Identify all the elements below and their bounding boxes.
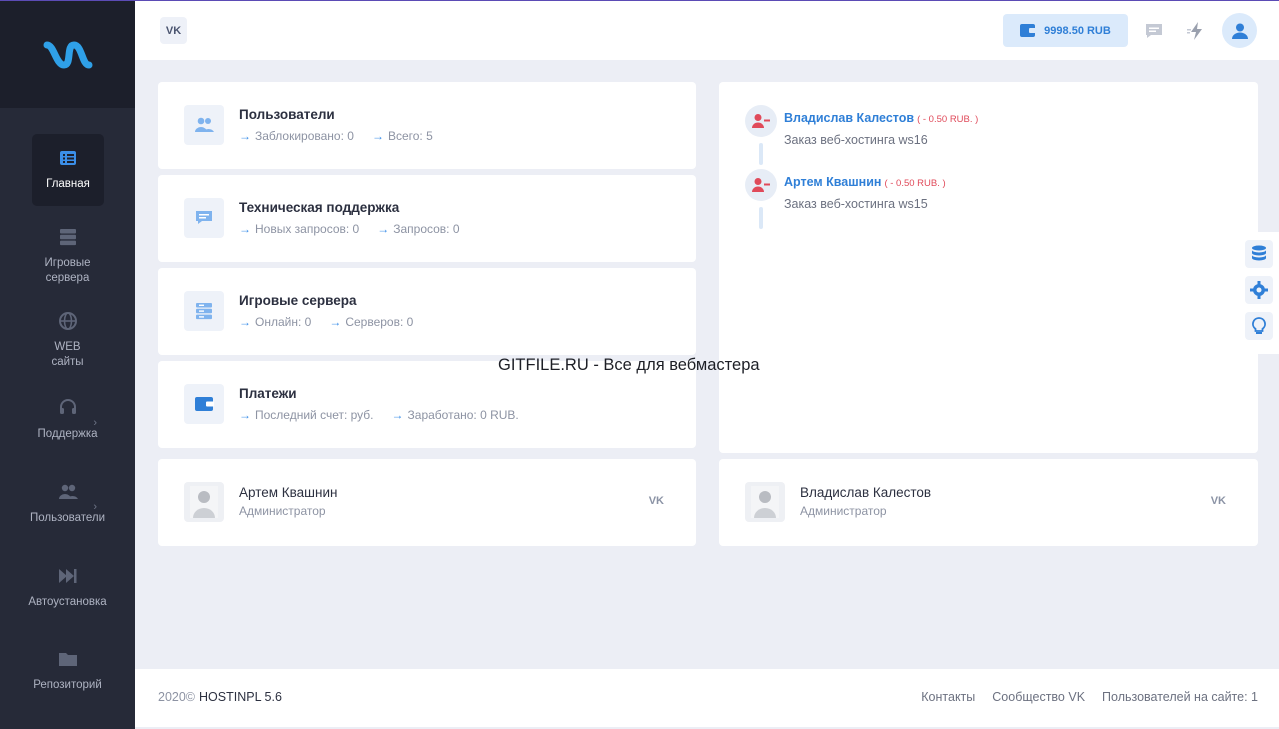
admin-role: Администратор [239,504,326,518]
activity-amount: ( - 0.50 RUB. ) [917,114,979,125]
stat-card-support[interactable]: Техническая поддержка → Новых запросов: 0… [158,175,696,262]
sidebar-item-autoinstall[interactable]: Автоустановка [0,566,135,610]
sidebar-item-users[interactable]: › Пользователи [0,482,135,526]
stat-online: → Онлайн: 0 [239,315,312,329]
stat-new-requests: → Новых запросов: 0 [239,222,360,236]
chat-icon[interactable] [1144,21,1164,41]
vk-community-link[interactable]: Сообщество VK [992,690,1085,704]
lightbulb-icon [1252,317,1266,334]
logo-icon [43,40,92,69]
user-minus-icon [745,105,777,137]
timeline-line [759,143,763,165]
stat-blocked: → Заблокировано: 0 [239,129,354,143]
globe-icon [58,312,77,330]
activity-description: Заказ веб-хостинга ws15 [784,197,928,211]
stat-card-users[interactable]: Пользователи → Заблокировано: 0 → Всего: 5 [158,82,696,169]
admin-name: Артем Квашнин [239,485,338,500]
timeline-line [759,207,763,229]
stat-earned: → Заработано: 0 RUB. [391,408,519,422]
admin-name: Владислав Калестов [800,485,932,500]
list-icon [60,151,76,165]
server-icon [184,291,224,331]
headset-icon [59,399,76,414]
server-icon [59,229,76,246]
users-icon [58,484,78,499]
avatar [745,482,785,522]
wallet-icon [184,384,224,424]
activity-user: Владислав Калестов( - 0.50 RUB. ) [784,111,979,125]
admin-card[interactable]: Артем Квашнин Администратор VK [158,459,696,546]
contacts-link[interactable]: Контакты [921,690,975,704]
admin-card[interactable]: Владислав Калестов Администратор VK [719,459,1258,546]
balance-button[interactable]: 9998.50 RUB [1003,14,1128,47]
sidebar-item-label: Игровые сервера [44,257,91,284]
balance-value: 9998.50 RUB [1044,24,1111,37]
fast-forward-icon [58,569,76,583]
activity-amount: ( - 0.50 RUB. ) [884,178,946,189]
user-minus-icon [745,169,777,201]
stat-last-invoice: → Последний счет: руб. [239,408,374,422]
stat-title: Игровые сервера [239,293,357,308]
database-icon [1252,245,1266,261]
chevron-right-icon: › [93,417,97,429]
online-users-counter: Пользователей на сайте: 1 [1102,690,1258,704]
logo[interactable] [0,1,135,108]
top-header: VK 9998.50 RUB [135,0,1279,60]
lightning-icon[interactable] [1186,21,1206,41]
floating-toolbar [1239,232,1279,354]
vk-icon[interactable]: VK [1211,495,1226,507]
chevron-right-icon: › [93,501,97,513]
watermark: GITFILE.RU - Все для вебмастера [498,356,760,374]
stat-total: → Всего: 5 [371,129,433,143]
activity-feed: Владислав Калестов( - 0.50 RUB. ) Заказ … [719,82,1258,453]
sidebar-item-label: Главная [46,178,90,190]
users-icon [184,105,224,145]
folder-icon [58,653,77,666]
database-button[interactable] [1245,240,1273,268]
gear-icon [1250,281,1268,299]
copyright: 2020© HOSTINPL 5.6 [158,690,282,704]
sidebar-item-repository[interactable]: Репозиторий [0,649,135,693]
activity-user: Артем Квашнин( - 0.50 RUB. ) [784,175,946,189]
chat-icon [184,198,224,238]
sidebar-item-game-servers[interactable]: Игровые сервера [0,227,135,286]
stat-title: Пользователи [239,107,335,122]
sidebar: Главная Игровые сервера WEB сайты › Подд… [0,0,135,729]
tips-button[interactable] [1245,312,1273,340]
vk-icon[interactable]: VK [649,495,664,507]
profile-button[interactable] [1222,13,1257,48]
sidebar-item-web-sites[interactable]: WEB сайты [0,311,135,370]
sidebar-item-support[interactable]: › Поддержка [0,398,135,442]
sidebar-item-label: WEB сайты [51,341,84,368]
sidebar-item-label: Автоустановка [28,596,107,608]
avatar [184,482,224,522]
footer: 2020© HOSTINPL 5.6 Контакты Сообщество VK… [135,669,1279,727]
vk-icon: VK [165,24,182,37]
brand-link[interactable]: HOSTINPL 5.6 [199,690,282,704]
stat-requests: → Запросов: 0 [377,222,460,236]
stat-title: Платежи [239,386,297,401]
user-icon [1231,23,1248,39]
vk-button[interactable]: VK [160,17,187,44]
sidebar-item-home[interactable]: Главная [32,134,104,206]
sidebar-item-label: Поддержка [37,428,98,440]
sidebar-item-label: Репозиторий [33,679,102,691]
activity-description: Заказ веб-хостинга ws16 [784,133,928,147]
admin-role: Администратор [800,504,887,518]
wallet-icon [1020,24,1037,37]
settings-button[interactable] [1245,276,1273,304]
stat-card-game-servers[interactable]: Игровые сервера → Онлайн: 0 → Серверов: 0 [158,268,696,355]
stat-servers: → Серверов: 0 [329,315,414,329]
stat-title: Техническая поддержка [239,200,400,215]
